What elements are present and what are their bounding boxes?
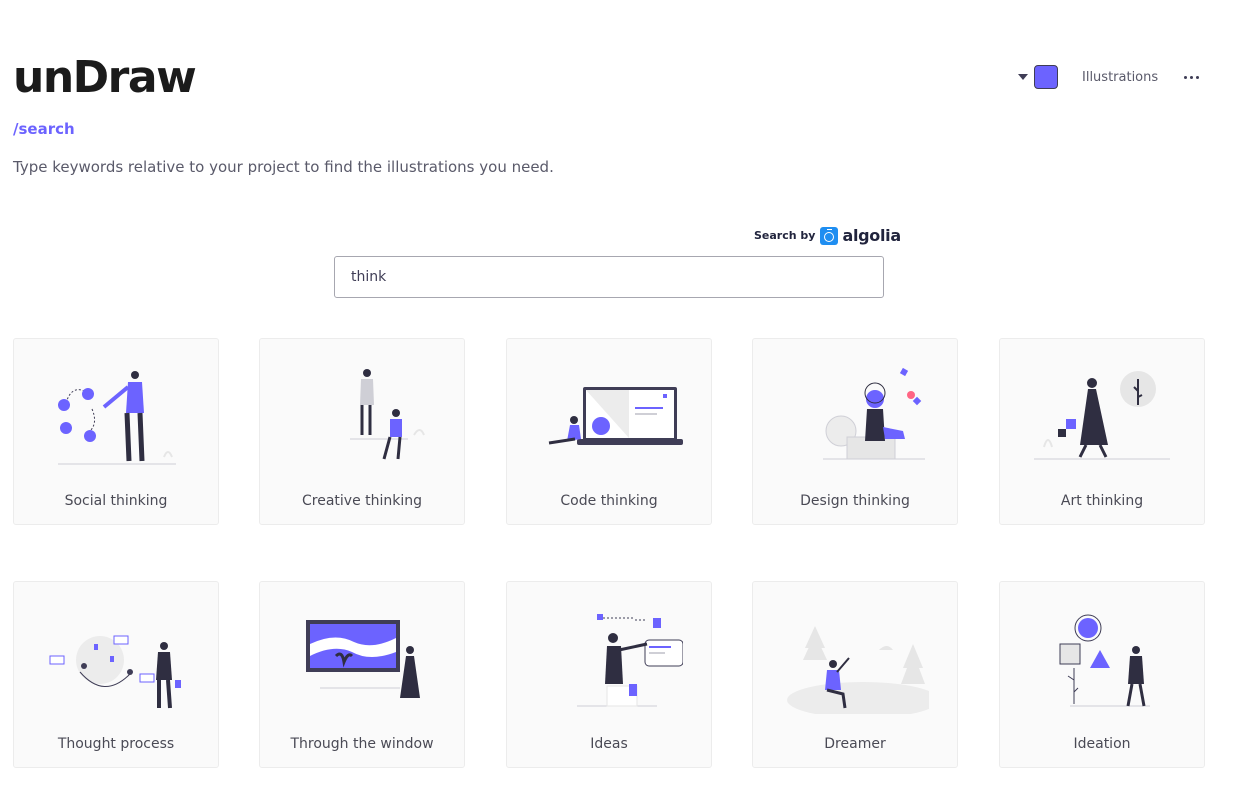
top-navigation: Illustrations <box>1018 62 1200 92</box>
through-the-window-icon <box>306 620 420 698</box>
logo[interactable]: unDraw <box>13 52 197 104</box>
code-thinking-icon <box>548 387 683 445</box>
thought-process-icon <box>49 635 181 709</box>
illustration-title: Code thinking <box>560 493 658 509</box>
creative-thinking-icon <box>350 369 425 460</box>
accent-color-picker[interactable] <box>1034 65 1058 89</box>
illustration-card[interactable]: Thought process <box>13 581 219 768</box>
illustration-card[interactable]: Social thinking <box>13 338 219 525</box>
ideas-icon <box>577 614 683 707</box>
design-thinking-icon <box>823 367 925 460</box>
illustration-title: Social thinking <box>64 493 168 509</box>
social-thinking-icon <box>58 371 176 465</box>
illustration-title: Through the window <box>290 736 434 752</box>
illustration-card[interactable]: Ideation <box>999 581 1205 768</box>
illustration-title: Dreamer <box>824 736 886 752</box>
color-dropdown-caret-icon[interactable] <box>1018 74 1028 80</box>
search-provider-name: algolia <box>842 226 901 245</box>
illustration-title: Ideation <box>1073 736 1131 752</box>
nav-link-illustrations[interactable]: Illustrations <box>1082 70 1158 85</box>
algolia-logo-icon <box>820 226 839 245</box>
illustration-title: Art thinking <box>1060 493 1144 509</box>
search-provider-prefix: Search by <box>754 229 816 242</box>
illustration-title: Design thinking <box>800 493 910 509</box>
illustration-title: Ideas <box>590 736 628 752</box>
illustration-card[interactable]: Through the window <box>259 581 465 768</box>
illustration-title: Thought process <box>57 736 175 752</box>
illustration-card[interactable]: Ideas <box>506 581 712 768</box>
illustration-card[interactable]: Code thinking <box>506 338 712 525</box>
dreamer-icon <box>787 626 929 714</box>
illustration-title: Creative thinking <box>301 493 423 509</box>
page-description: Type keywords relative to your project t… <box>13 158 554 176</box>
search-provider-badge[interactable]: Search by algolia <box>754 226 901 245</box>
illustration-card[interactable]: Design thinking <box>752 338 958 525</box>
art-thinking-icon <box>1034 371 1170 460</box>
illustration-card[interactable]: Dreamer <box>752 581 958 768</box>
route-label: /search <box>13 120 75 138</box>
more-menu-icon[interactable] <box>1184 72 1200 83</box>
ideation-icon <box>1059 614 1150 707</box>
search-input[interactable] <box>334 256 884 298</box>
illustration-card[interactable]: Creative thinking <box>259 338 465 525</box>
illustration-card[interactable]: Art thinking <box>999 338 1205 525</box>
